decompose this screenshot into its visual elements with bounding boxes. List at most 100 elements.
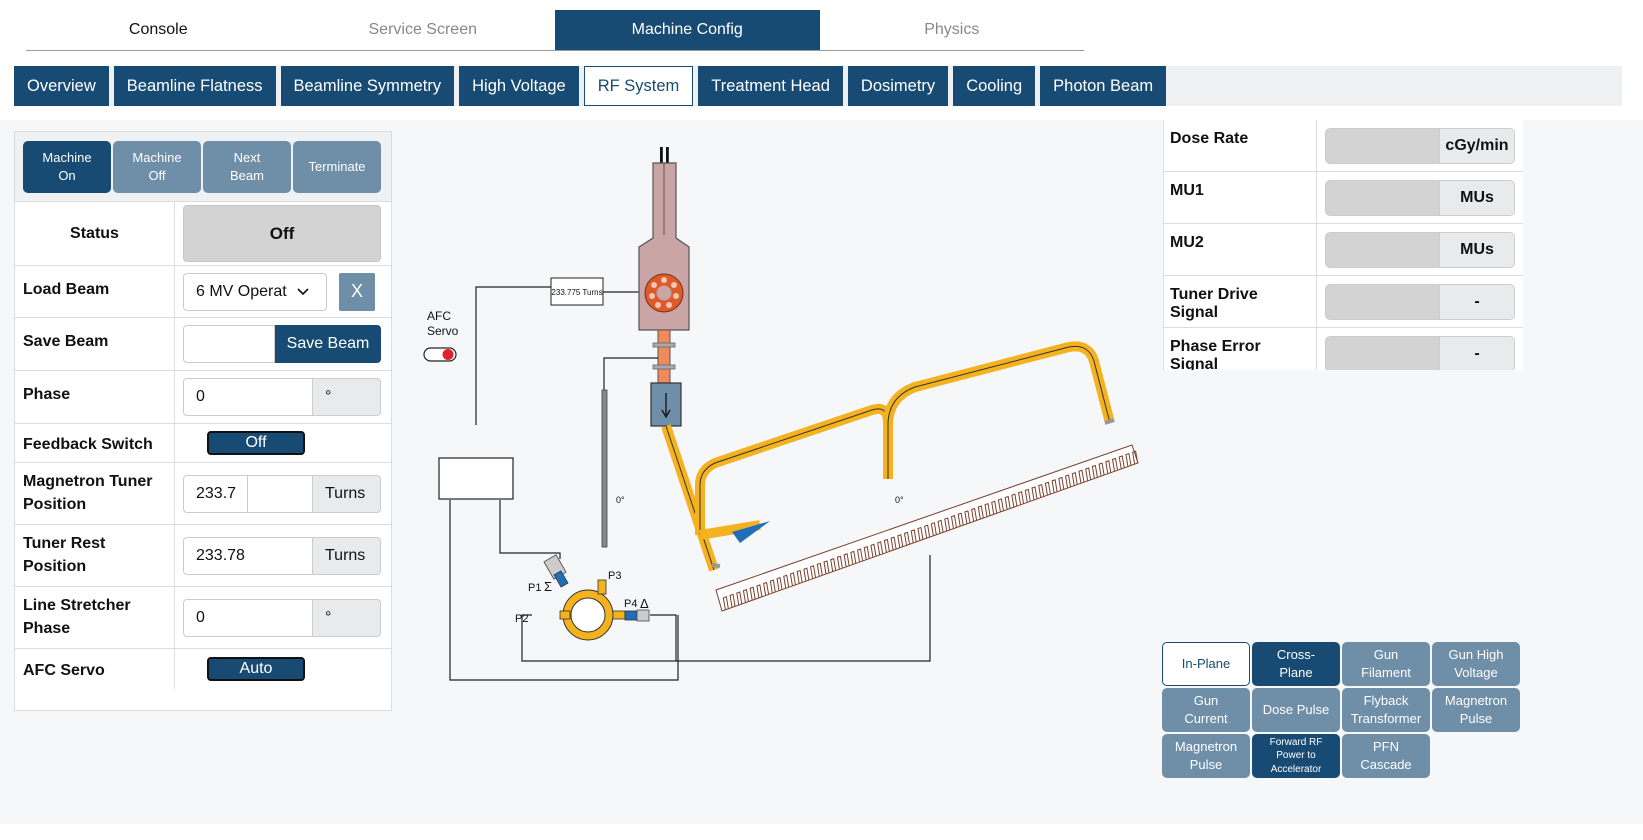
angle-label-1: 0°: [616, 495, 625, 505]
magnetron-tuner-input-2[interactable]: [248, 474, 313, 513]
line-stretcher-row: Line Stretcher Phase 0 °: [15, 587, 391, 649]
save-beam-label: Save Beam: [15, 318, 175, 370]
readout-bar: [1325, 335, 1440, 370]
readout-label: Dose Rate: [1163, 120, 1317, 171]
magnetron-assembly: [638, 147, 690, 331]
line-stretcher-rod: [601, 389, 608, 548]
subtab-cooling[interactable]: Cooling: [953, 66, 1036, 106]
line-stretcher-unit: °: [313, 598, 381, 637]
tuner-rest-unit: Turns: [313, 536, 381, 575]
plot-magnetron-pulse-button[interactable]: Magnetron Pulse: [1432, 688, 1520, 732]
readout-unit: MUs: [1440, 179, 1515, 216]
readout-row-mu2: MU2 MUs: [1163, 223, 1523, 276]
subtab-beamline-flatness[interactable]: Beamline Flatness: [113, 66, 276, 106]
readout-unit: MUs: [1440, 231, 1515, 268]
plot-dose-pulse-button[interactable]: Dose Pulse: [1252, 688, 1340, 732]
readout-unit: cGy/min: [1440, 127, 1515, 164]
plot-gun-current-button[interactable]: Gun Current: [1162, 688, 1250, 732]
afc-servo-toggle[interactable]: Auto: [207, 657, 305, 681]
rf-window: [657, 329, 671, 384]
next-beam-button[interactable]: Next Beam: [203, 141, 291, 193]
line-stretcher-input[interactable]: 0: [183, 598, 313, 637]
subtab-high-voltage[interactable]: High Voltage: [459, 66, 579, 106]
phase-row: Phase 0 °: [15, 371, 391, 424]
top-tab-bar: Console Service Screen Machine Config Ph…: [26, 10, 1084, 51]
accelerator-structure: [711, 418, 1139, 612]
tuner-rest-row: Tuner Rest Position 233.78 Turns: [15, 525, 391, 587]
tab-console[interactable]: Console: [26, 10, 291, 50]
feedback-switch-toggle[interactable]: Off: [207, 431, 305, 455]
clear-beam-button[interactable]: X: [339, 272, 375, 311]
readout-row-dose-rate: Dose Rate cGy/min: [1163, 120, 1523, 172]
load-beam-value: 6 MV Operat: [196, 282, 287, 300]
subtab-beamline-symmetry[interactable]: Beamline Symmetry: [280, 66, 455, 106]
save-beam-input[interactable]: [183, 325, 275, 363]
readout-table: Dose Rate cGy/min MU1 MUs MU2 MUs Tuner …: [1163, 120, 1523, 370]
port-p1: P1: [528, 582, 541, 594]
machine-on-button[interactable]: Machine On: [23, 141, 111, 193]
readout-label: MU1: [1163, 172, 1317, 223]
afc-label-line1: AFC: [427, 309, 451, 323]
magnetron-tuner-row: Magnetron Tuner Position 233.7 Turns: [15, 463, 391, 525]
afc-controller-box: [438, 457, 514, 500]
subtab-photon-beam[interactable]: Photon Beam: [1040, 66, 1167, 106]
terminate-button[interactable]: Terminate: [293, 141, 381, 193]
port-p3: P3: [608, 570, 621, 582]
subtab-dosimetry[interactable]: Dosimetry: [847, 66, 949, 106]
plot-magnetron-pulse-button-2[interactable]: Magnetron Pulse: [1162, 734, 1250, 778]
readout-label: Tuner Drive Signal: [1163, 276, 1317, 327]
save-beam-row: Save Beam Save Beam: [15, 318, 391, 371]
subtab-rf-system[interactable]: RF System: [583, 66, 694, 106]
readout-row-phase-error: Phase Error Signal -: [1163, 327, 1523, 370]
sum-icon: Σ: [544, 579, 552, 594]
save-beam-button[interactable]: Save Beam: [275, 325, 381, 363]
tuner-rest-input[interactable]: 233.78: [183, 536, 313, 575]
magnetron-tuner-label: Magnetron Tuner Position: [15, 463, 175, 524]
angle-label-2: 0°: [895, 495, 904, 505]
subsystem-tab-bar: Overview Beamline Flatness Beamline Symm…: [14, 66, 1622, 106]
load-beam-select[interactable]: 6 MV Operat: [183, 272, 327, 311]
readout-unit: -: [1440, 283, 1515, 320]
tab-service-screen[interactable]: Service Screen: [291, 10, 556, 50]
load-beam-row: Load Beam 6 MV Operat X: [15, 266, 391, 318]
load-beam-label: Load Beam: [15, 266, 175, 317]
phase-input[interactable]: 0: [183, 378, 313, 416]
magnetron-tuner-input[interactable]: 233.7: [183, 474, 248, 513]
magnetron-tuner-unit: Turns: [313, 474, 381, 513]
afc-servo-label: AFC Servo: [15, 649, 175, 689]
feedback-switch-row: Feedback Switch Off: [15, 424, 391, 463]
plot-gun-filament-button[interactable]: Gun Filament: [1342, 642, 1430, 686]
plot-gun-high-voltage-button[interactable]: Gun High Voltage: [1432, 642, 1520, 686]
readout-unit: -: [1440, 335, 1515, 370]
subtab-overview[interactable]: Overview: [14, 66, 109, 106]
port-p2: P2: [515, 613, 528, 625]
readout-bar: [1325, 179, 1440, 216]
chevron-down-icon: [297, 283, 309, 301]
afc-servo-row: AFC Servo Auto: [15, 649, 391, 689]
machine-controls: Machine On Machine Off Next Beam Termina…: [15, 132, 391, 202]
readout-bar: [1325, 231, 1440, 268]
readout-row-tuner-drive: Tuner Drive Signal -: [1163, 275, 1523, 328]
afc-label-line2: Servo: [427, 324, 459, 338]
plot-flyback-transformer-button[interactable]: Flyback Transformer: [1342, 688, 1430, 732]
readout-bar: [1325, 127, 1440, 164]
plot-forward-rf-power-button[interactable]: Forward RF Power to Accelerator: [1252, 734, 1340, 778]
delta-icon: Δ: [640, 596, 649, 611]
status-label: Status: [15, 202, 175, 265]
plot-selector: In-Plane Cross- Plane Gun Filament Gun H…: [1162, 642, 1524, 778]
control-panel: Machine On Machine Off Next Beam Termina…: [14, 131, 392, 711]
machine-off-button[interactable]: Machine Off: [113, 141, 201, 193]
plot-in-plane-button[interactable]: In-Plane: [1162, 642, 1250, 686]
plot-cross-plane-button[interactable]: Cross- Plane: [1252, 642, 1340, 686]
tab-physics[interactable]: Physics: [820, 10, 1085, 50]
plot-pfn-cascade-button[interactable]: PFN Cascade: [1342, 734, 1430, 778]
readout-label: MU2: [1163, 224, 1317, 275]
readout-bar: [1325, 283, 1440, 320]
tab-machine-config[interactable]: Machine Config: [555, 10, 820, 50]
phase-label: Phase: [15, 371, 175, 423]
afc-servo-switch[interactable]: [423, 347, 457, 362]
phase-unit: °: [313, 378, 381, 416]
status-value: Off: [183, 205, 381, 262]
tuner-rest-label: Tuner Rest Position: [15, 525, 175, 586]
subtab-treatment-head[interactable]: Treatment Head: [698, 66, 843, 106]
